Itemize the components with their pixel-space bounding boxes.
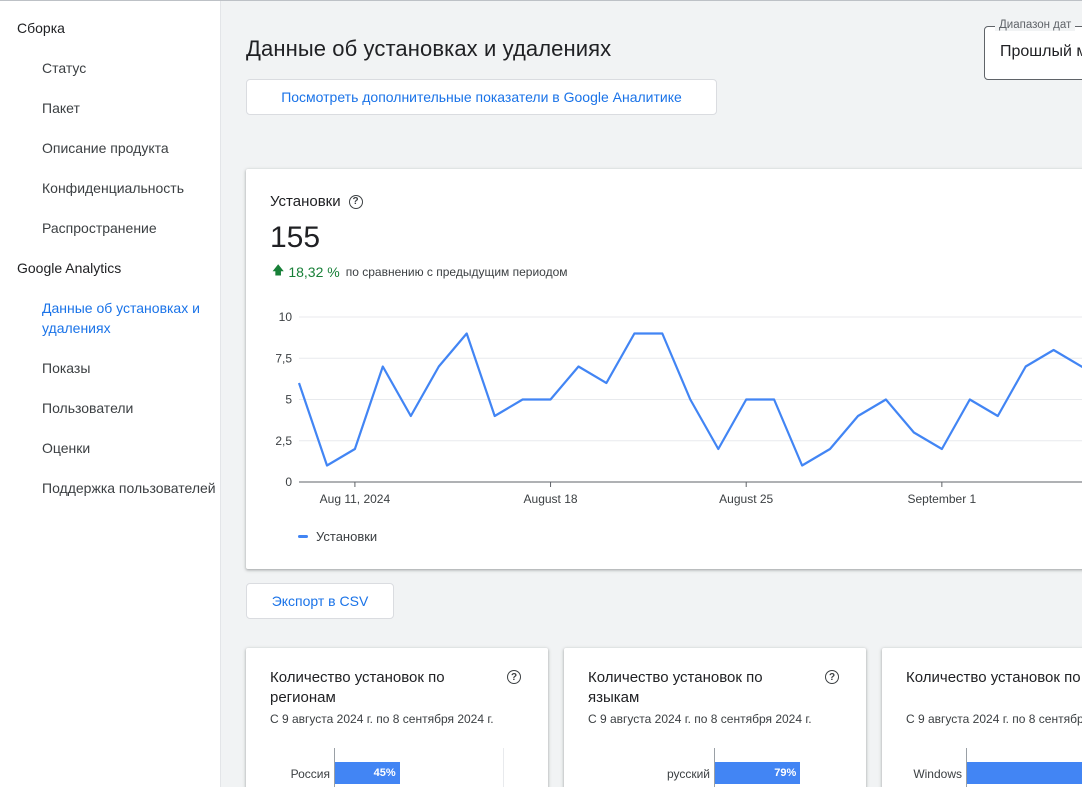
legend-label: Установки: [316, 529, 378, 544]
bar-value: 79%: [774, 767, 797, 779]
breakdown-date: С 9 августа 2024 г. по 8 сентября 2024 г…: [270, 712, 494, 726]
y-tick-label: 7,5: [275, 351, 292, 365]
sidebar-item-package[interactable]: Пакет: [42, 98, 217, 118]
sidebar-item-installs-uninstalls[interactable]: Данные об установках и удалениях: [42, 298, 217, 338]
google-analytics-link-button[interactable]: Посмотреть дополнительные показатели в G…: [246, 79, 717, 115]
y-tick-label: 5: [285, 393, 292, 407]
breakdown-title: Количество установок по регионам: [270, 669, 445, 706]
sidebar-item-privacy[interactable]: Конфиденциальность: [42, 178, 217, 198]
breakdown-date: С 9 августа 2024 г. по 8 сентября 2024 г…: [906, 712, 1082, 726]
sidebar-section-build[interactable]: Сборка: [17, 20, 65, 36]
date-range-select[interactable]: Диапазон дат Прошлый месяц: [984, 19, 1082, 80]
breakdown-card-languages: Количество установок по языкам ? С 9 авг…: [564, 648, 866, 787]
date-range-label: Диапазон дат: [995, 19, 1076, 31]
sidebar: Сборка Статус Пакет Описание продукта Ко…: [0, 0, 221, 787]
sidebar-item-impressions[interactable]: Показы: [42, 358, 217, 378]
breakdown-title: Количество установок по ОС: [906, 669, 1082, 686]
y-tick-label: 0: [285, 475, 292, 489]
legend-swatch: [298, 535, 308, 538]
breakdown-card-regions: Количество установок по регионам ? С 9 а…: [246, 648, 548, 787]
sidebar-item-users[interactable]: Пользователи: [42, 398, 217, 418]
bar[interactable]: 45%: [335, 762, 400, 784]
sidebar-item-user-support[interactable]: Поддержка пользователей: [42, 478, 217, 498]
page-title: Данные об установках и удалениях: [246, 36, 612, 61]
main-content: Данные об установках и удалениях Посмотр…: [221, 0, 1082, 787]
x-tick-label: September 1: [907, 492, 976, 506]
sidebar-item-distribution[interactable]: Распространение: [42, 218, 217, 238]
sidebar-item-product-description[interactable]: Описание продукта: [42, 138, 217, 158]
top-border: [0, 0, 1082, 1]
help-icon[interactable]: ?: [507, 670, 521, 684]
x-tick-label: August 18: [524, 492, 578, 506]
chart-legend[interactable]: Установки: [298, 529, 377, 544]
bar-label: русский: [666, 767, 710, 781]
bar-label: Россия: [290, 767, 330, 781]
bar-label: Windows: [913, 767, 962, 781]
installs-line-chart: 0 2,5 5 7,5 10 Aug 11, 2024 August 18 August 25…: [275, 310, 1082, 506]
installs-chart-card: Установки ? 155 🡅 18,32 % по сравнению с…: [246, 169, 1082, 569]
grid-line: [503, 748, 504, 787]
help-icon[interactable]: ?: [825, 670, 839, 684]
bar[interactable]: 79%: [715, 762, 801, 784]
sidebar-item-status[interactable]: Статус: [42, 58, 217, 78]
bar[interactable]: [967, 762, 1082, 784]
bar-value: 45%: [373, 767, 396, 779]
export-csv-button[interactable]: Экспорт в CSV: [246, 583, 394, 619]
x-tick-label: Aug 11, 2024: [320, 492, 391, 506]
sidebar-section-google-analytics[interactable]: Google Analytics: [17, 260, 121, 276]
breakdown-title: Количество установок по языкам: [588, 669, 763, 706]
breakdown-card-os: Количество установок по ОС С 9 августа 2…: [882, 648, 1082, 787]
y-tick-label: 10: [279, 310, 293, 324]
x-tick-label: August 25: [719, 492, 773, 506]
breakdown-date: С 9 августа 2024 г. по 8 сентября 2024 г…: [588, 712, 812, 726]
date-range-value: Прошлый месяц: [1000, 43, 1082, 60]
y-tick-label: 2,5: [275, 434, 292, 448]
sidebar-item-ratings[interactable]: Оценки: [42, 438, 217, 458]
